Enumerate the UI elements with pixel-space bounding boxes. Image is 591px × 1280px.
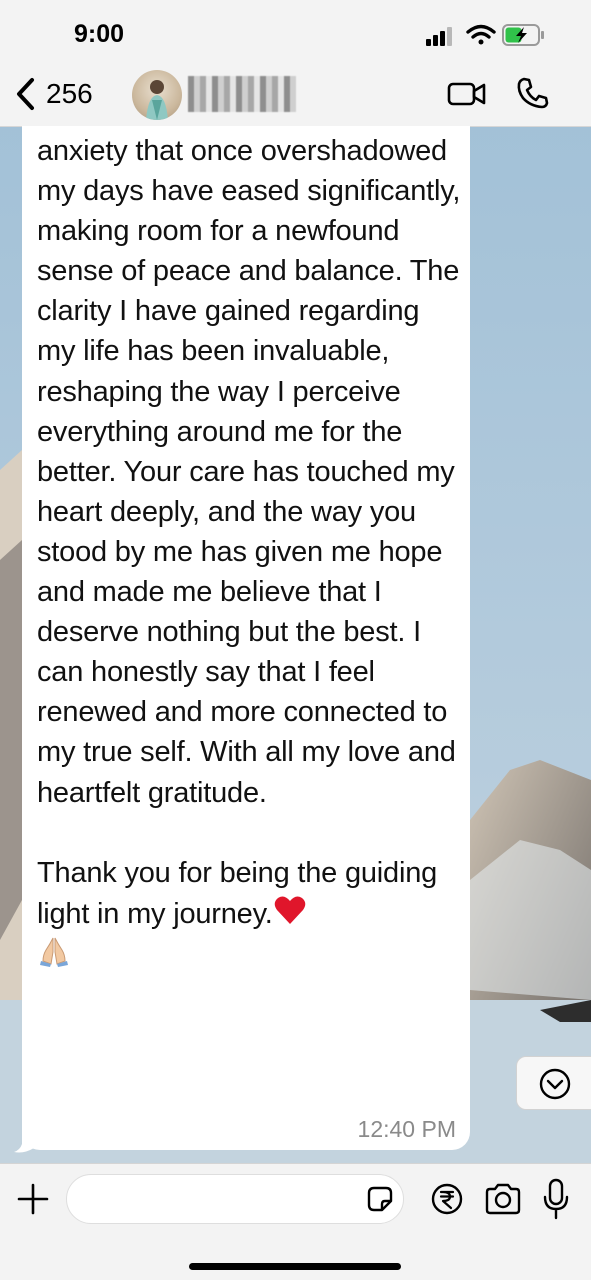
scroll-to-bottom-button[interactable]: [516, 1056, 591, 1110]
message-text: anxiety that once overshadowed my days h…: [37, 131, 462, 975]
chevron-down-icon: [539, 1068, 571, 1100]
message-body: anxiety that once overshadowed my days h…: [37, 135, 461, 930]
plus-icon[interactable]: [16, 1182, 50, 1216]
message-bubble[interactable]: anxiety that once overshadowed my days h…: [22, 126, 470, 1150]
red-heart-emoji: [274, 896, 305, 924]
microphone-icon[interactable]: [542, 1178, 570, 1220]
message-input[interactable]: [66, 1174, 404, 1224]
cellular-signal-icon: [426, 27, 452, 46]
folded-hands-emoji: [40, 937, 68, 967]
phone-icon[interactable]: [516, 76, 550, 110]
video-call-icon[interactable]: [447, 78, 487, 110]
avatar-image: [146, 80, 168, 120]
chat-header: 9:00 256: [0, 0, 591, 127]
rupee-icon[interactable]: [430, 1182, 464, 1216]
status-time: 9:00: [74, 20, 125, 48]
back-chevron-icon: [17, 78, 34, 110]
back-button[interactable]: 256: [14, 72, 124, 116]
bubble-tail: [14, 1124, 34, 1153]
wifi-icon: [466, 24, 496, 45]
contact-avatar[interactable]: [132, 70, 182, 120]
home-indicator: [189, 1263, 401, 1270]
composer-bar: [0, 1163, 591, 1280]
chat-screen: 9:00 256 anxiety that once overshadowed …: [0, 0, 591, 1280]
sticker-icon[interactable]: [366, 1185, 394, 1213]
status-icons: [426, 24, 544, 46]
message-timestamp: 12:40 PM: [357, 1116, 456, 1142]
battery-charging-icon: [502, 24, 544, 46]
contact-name-redacted[interactable]: [188, 76, 296, 112]
camera-icon[interactable]: [484, 1182, 522, 1216]
unread-count: 256: [46, 78, 93, 109]
